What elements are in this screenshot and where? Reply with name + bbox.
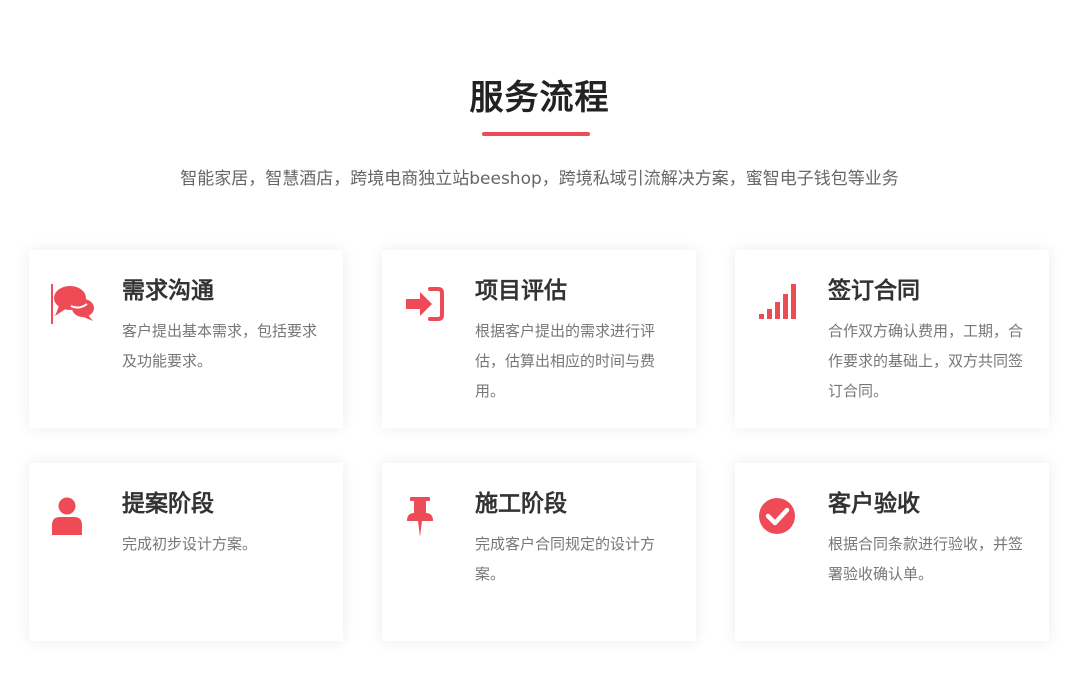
card-title: 提案阶段 bbox=[122, 491, 214, 517]
chat-bubbles-icon bbox=[51, 284, 97, 324]
card-customer-acceptance[interactable]: 客户验收 根据合同条款进行验收，并签署验收确认单。 bbox=[735, 463, 1049, 641]
card-sign-contract[interactable]: 签订合同 合作双方确认费用，工期，合作要求的基础上，双方共同签订合同。 bbox=[735, 250, 1049, 428]
pushpin-icon bbox=[404, 497, 450, 537]
section-title: 服务流程 bbox=[469, 78, 610, 118]
section-subtitle: 智能家居，智慧酒店，跨境电商独立站beeshop，跨境私域引流解决方案，蜜智电子… bbox=[180, 169, 899, 189]
card-title: 项目评估 bbox=[475, 278, 567, 304]
card-project-evaluation[interactable]: 项目评估 根据客户提出的需求进行评估，估算出相应的时间与费用。 bbox=[382, 250, 696, 428]
title-underline bbox=[482, 132, 590, 136]
signal-bars-icon bbox=[757, 284, 803, 324]
user-icon bbox=[51, 497, 97, 537]
card-requirement-communication[interactable]: 需求沟通 客户提出基本需求，包括要求及功能要求。 bbox=[29, 250, 343, 428]
card-description: 合作双方确认费用，工期，合作要求的基础上，双方共同签订合同。 bbox=[828, 322, 1024, 400]
service-process-section: 服务流程 智能家居，智慧酒店，跨境电商独立站beeshop，跨境私域引流解决方案… bbox=[0, 0, 1079, 679]
card-proposal-stage[interactable]: 提案阶段 完成初步设计方案。 bbox=[29, 463, 343, 641]
sign-in-arrow-icon bbox=[404, 284, 450, 324]
card-description: 根据合同条款进行验收，并签署验收确认单。 bbox=[828, 535, 1024, 583]
card-description: 完成客户合同规定的设计方案。 bbox=[475, 535, 656, 583]
card-description: 完成初步设计方案。 bbox=[122, 535, 258, 553]
card-title: 需求沟通 bbox=[122, 278, 214, 304]
check-circle-icon bbox=[757, 497, 803, 537]
card-title: 客户验收 bbox=[828, 491, 920, 517]
card-description: 根据客户提出的需求进行评估，估算出相应的时间与费用。 bbox=[475, 322, 656, 400]
card-construction-stage[interactable]: 施工阶段 完成客户合同规定的设计方案。 bbox=[382, 463, 696, 641]
card-description: 客户提出基本需求，包括要求及功能要求。 bbox=[122, 322, 318, 370]
card-title: 签订合同 bbox=[828, 278, 920, 304]
card-title: 施工阶段 bbox=[475, 491, 567, 517]
